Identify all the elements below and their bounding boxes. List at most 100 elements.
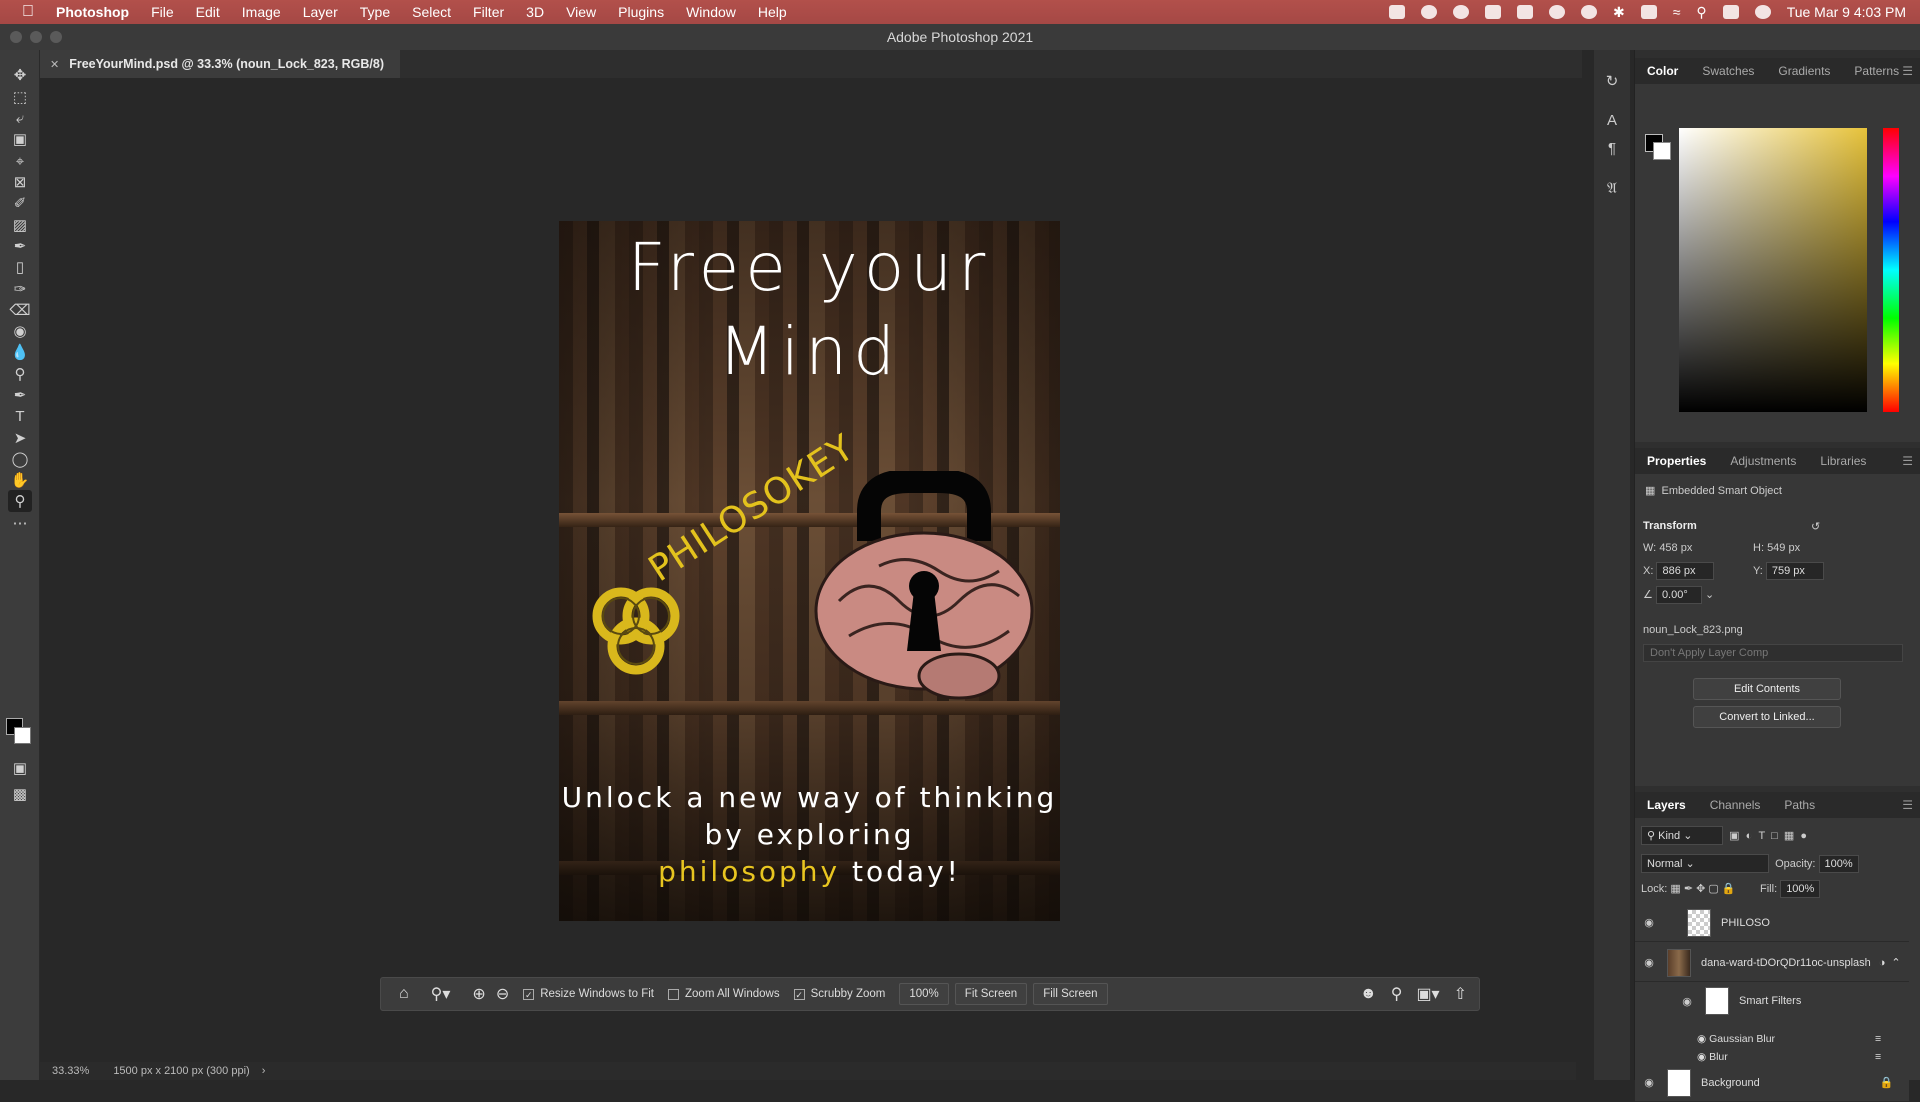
layer-row[interactable]: ◉ PHILOSO xyxy=(1635,904,1909,942)
zoom-percentage-button[interactable]: 100% xyxy=(899,983,949,1005)
tab-layers[interactable]: Layers xyxy=(1635,798,1698,812)
tab-gradients[interactable]: Gradients xyxy=(1766,64,1842,78)
poster-canvas[interactable]: Free your Mind PHILOSOKEY Unlock a new w… xyxy=(559,221,1060,921)
filter-type-icon[interactable]: T xyxy=(1758,830,1765,842)
tab-paths[interactable]: Paths xyxy=(1772,798,1827,812)
eyedropper-tool-icon[interactable]: ✐ xyxy=(8,192,32,214)
spotlight-search-icon[interactable]: ⚲ xyxy=(1696,4,1706,21)
fit-screen-button[interactable]: Fit Screen xyxy=(954,983,1028,1005)
menu-filter[interactable]: Filter xyxy=(473,4,504,20)
lock-position-icon[interactable]: ✥ xyxy=(1696,883,1705,895)
minimize-window-button[interactable] xyxy=(30,31,42,43)
share-user-icon[interactable]: ☻ xyxy=(1360,985,1377,1003)
color-field[interactable] xyxy=(1679,128,1867,412)
crop-tool-icon[interactable]: ⌖ xyxy=(8,150,32,172)
layer-row[interactable]: ◉ Background 🔒 xyxy=(1635,1064,1909,1102)
screen-mode-icon[interactable]: ▩ xyxy=(8,783,32,805)
tab-swatches[interactable]: Swatches xyxy=(1690,64,1766,78)
zoom-tool-icon[interactable]: ⚲ xyxy=(8,490,32,512)
brush-tool-icon[interactable]: ✒ xyxy=(8,235,32,257)
hand-tool-icon[interactable]: ✋ xyxy=(8,469,32,491)
convert-to-linked-button[interactable]: Convert to Linked... xyxy=(1693,706,1841,728)
menu-select[interactable]: Select xyxy=(412,4,451,20)
background-color-swatch[interactable] xyxy=(14,727,31,744)
layer-comp-select[interactable]: Don't Apply Layer Comp xyxy=(1643,644,1903,662)
menu-app-name[interactable]: Photoshop xyxy=(56,4,129,20)
menu-type[interactable]: Type xyxy=(360,4,390,20)
tab-color[interactable]: Color xyxy=(1635,64,1690,78)
layer-name[interactable]: dana-ward-tDOrQDr11oc-unsplash xyxy=(1701,957,1871,969)
menu-view[interactable]: View xyxy=(566,4,596,20)
visibility-eye-icon[interactable]: ◉ xyxy=(1641,916,1657,929)
visibility-eye-icon[interactable]: ◉ xyxy=(1697,1051,1706,1063)
smart-filters-row[interactable]: ◉ Smart Filters xyxy=(1635,982,1909,1020)
history-brush-tool-icon[interactable]: ✑ xyxy=(8,278,32,300)
panel-menu-icon[interactable]: ☰ xyxy=(1902,798,1913,812)
more-tools-icon[interactable]: ⋯ xyxy=(8,512,32,534)
status-chevron-icon[interactable]: › xyxy=(262,1065,266,1077)
hue-slider[interactable] xyxy=(1883,128,1899,412)
reset-transform-icon[interactable]: ↺ xyxy=(1811,520,1820,533)
paint-bucket-tool-icon[interactable]: ◉ xyxy=(8,320,32,342)
object-select-tool-icon[interactable]: ▣ xyxy=(8,128,32,150)
close-window-button[interactable] xyxy=(10,31,22,43)
ellipse-tool-icon[interactable]: ◯ xyxy=(8,448,32,470)
chevron-down-icon[interactable]: ⌄ xyxy=(1705,589,1714,601)
filter-row[interactable]: ◉ Gaussian Blur xyxy=(1697,1030,1775,1048)
y-position-input[interactable]: 759 px xyxy=(1765,562,1824,580)
visibility-eye-icon[interactable]: ◉ xyxy=(1641,956,1657,969)
glyphs-panel-icon[interactable]: 𝔄 xyxy=(1602,180,1622,200)
tab-channels[interactable]: Channels xyxy=(1698,798,1773,812)
filter-adjustment-icon[interactable]: ◐ xyxy=(1746,830,1753,842)
lasso-tool-icon[interactable]: ⤶ xyxy=(8,107,32,129)
fill-screen-button[interactable]: Fill Screen xyxy=(1033,983,1108,1005)
record-icon[interactable] xyxy=(1421,5,1437,19)
zoom-app-icon[interactable] xyxy=(1389,5,1405,19)
bluetooth-icon[interactable]: ✱ xyxy=(1613,4,1625,21)
menubar-clock[interactable]: Tue Mar 9 4:03 PM xyxy=(1787,4,1906,20)
collapse-chevron-icon[interactable]: ⌃ xyxy=(1891,956,1900,969)
apple-menu-icon[interactable]:  xyxy=(0,3,56,21)
layer-name[interactable]: Background xyxy=(1701,1077,1760,1089)
type-tool-icon[interactable]: T xyxy=(8,405,32,427)
filter-smart-object-icon[interactable]: ▦ xyxy=(1784,830,1794,842)
panel-menu-icon[interactable]: ☰ xyxy=(1902,454,1913,468)
filter-name[interactable]: Gaussian Blur xyxy=(1709,1033,1775,1045)
menu-3d[interactable]: 3D xyxy=(526,4,544,20)
zoom-tool-preset-icon[interactable]: ⚲▾ xyxy=(431,984,451,1004)
control-center-icon[interactable] xyxy=(1722,5,1739,19)
tab-libraries[interactable]: Libraries xyxy=(1808,454,1878,468)
lock-image-icon[interactable]: ✒ xyxy=(1684,883,1693,895)
layer-row[interactable]: ◉ dana-ward-tDOrQDr11oc-unsplash ◑ ⌃ xyxy=(1635,944,1909,982)
share-icon[interactable]: ⇧ xyxy=(1454,984,1467,1004)
play-icon[interactable] xyxy=(1581,5,1597,19)
frame-tool-icon[interactable]: ⊠ xyxy=(8,171,32,193)
opacity-input[interactable]: 100% xyxy=(1818,855,1859,873)
blur-tool-icon[interactable]: 💧 xyxy=(8,341,32,363)
fill-input[interactable]: 100% xyxy=(1780,880,1821,898)
wifi-icon[interactable]: ≈ xyxy=(1673,4,1681,20)
workspace-icon[interactable]: ▣▾ xyxy=(1416,984,1439,1004)
path-selection-tool-icon[interactable]: ➤ xyxy=(8,427,32,449)
edit-contents-button[interactable]: Edit Contents xyxy=(1693,678,1841,700)
paragraph-panel-icon[interactable]: ¶ xyxy=(1602,140,1622,160)
menu-edit[interactable]: Edit xyxy=(196,4,220,20)
menu-file[interactable]: File xyxy=(151,4,174,20)
blend-mode-select[interactable]: Normal ⌄ xyxy=(1641,854,1769,873)
angle-input[interactable]: 0.00° xyxy=(1655,586,1702,604)
menu-plugins[interactable]: Plugins xyxy=(618,4,664,20)
zoom-out-icon[interactable]: ⊖ xyxy=(496,984,509,1004)
character-panel-icon[interactable]: A xyxy=(1602,112,1622,132)
mail-app-icon[interactable] xyxy=(1517,5,1533,19)
zoom-in-icon[interactable]: ⊕ xyxy=(472,984,485,1004)
filter-name[interactable]: Blur xyxy=(1709,1051,1728,1063)
tab-adjustments[interactable]: Adjustments xyxy=(1718,454,1808,468)
menu-window[interactable]: Window xyxy=(686,4,736,20)
zoom-all-windows-checkbox[interactable]: Zoom All Windows xyxy=(668,988,780,1000)
status-zoom[interactable]: 33.33% xyxy=(52,1065,89,1077)
panel-menu-icon[interactable]: ☰ xyxy=(1902,64,1913,78)
document-tab[interactable]: ✕ FreeYourMind.psd @ 33.3% (noun_Lock_82… xyxy=(40,50,401,78)
browser-app-icon[interactable] xyxy=(1549,5,1565,19)
filter-pixel-icon[interactable]: ▣ xyxy=(1729,830,1739,842)
lock-all-icon[interactable]: 🔒 xyxy=(1722,883,1736,895)
